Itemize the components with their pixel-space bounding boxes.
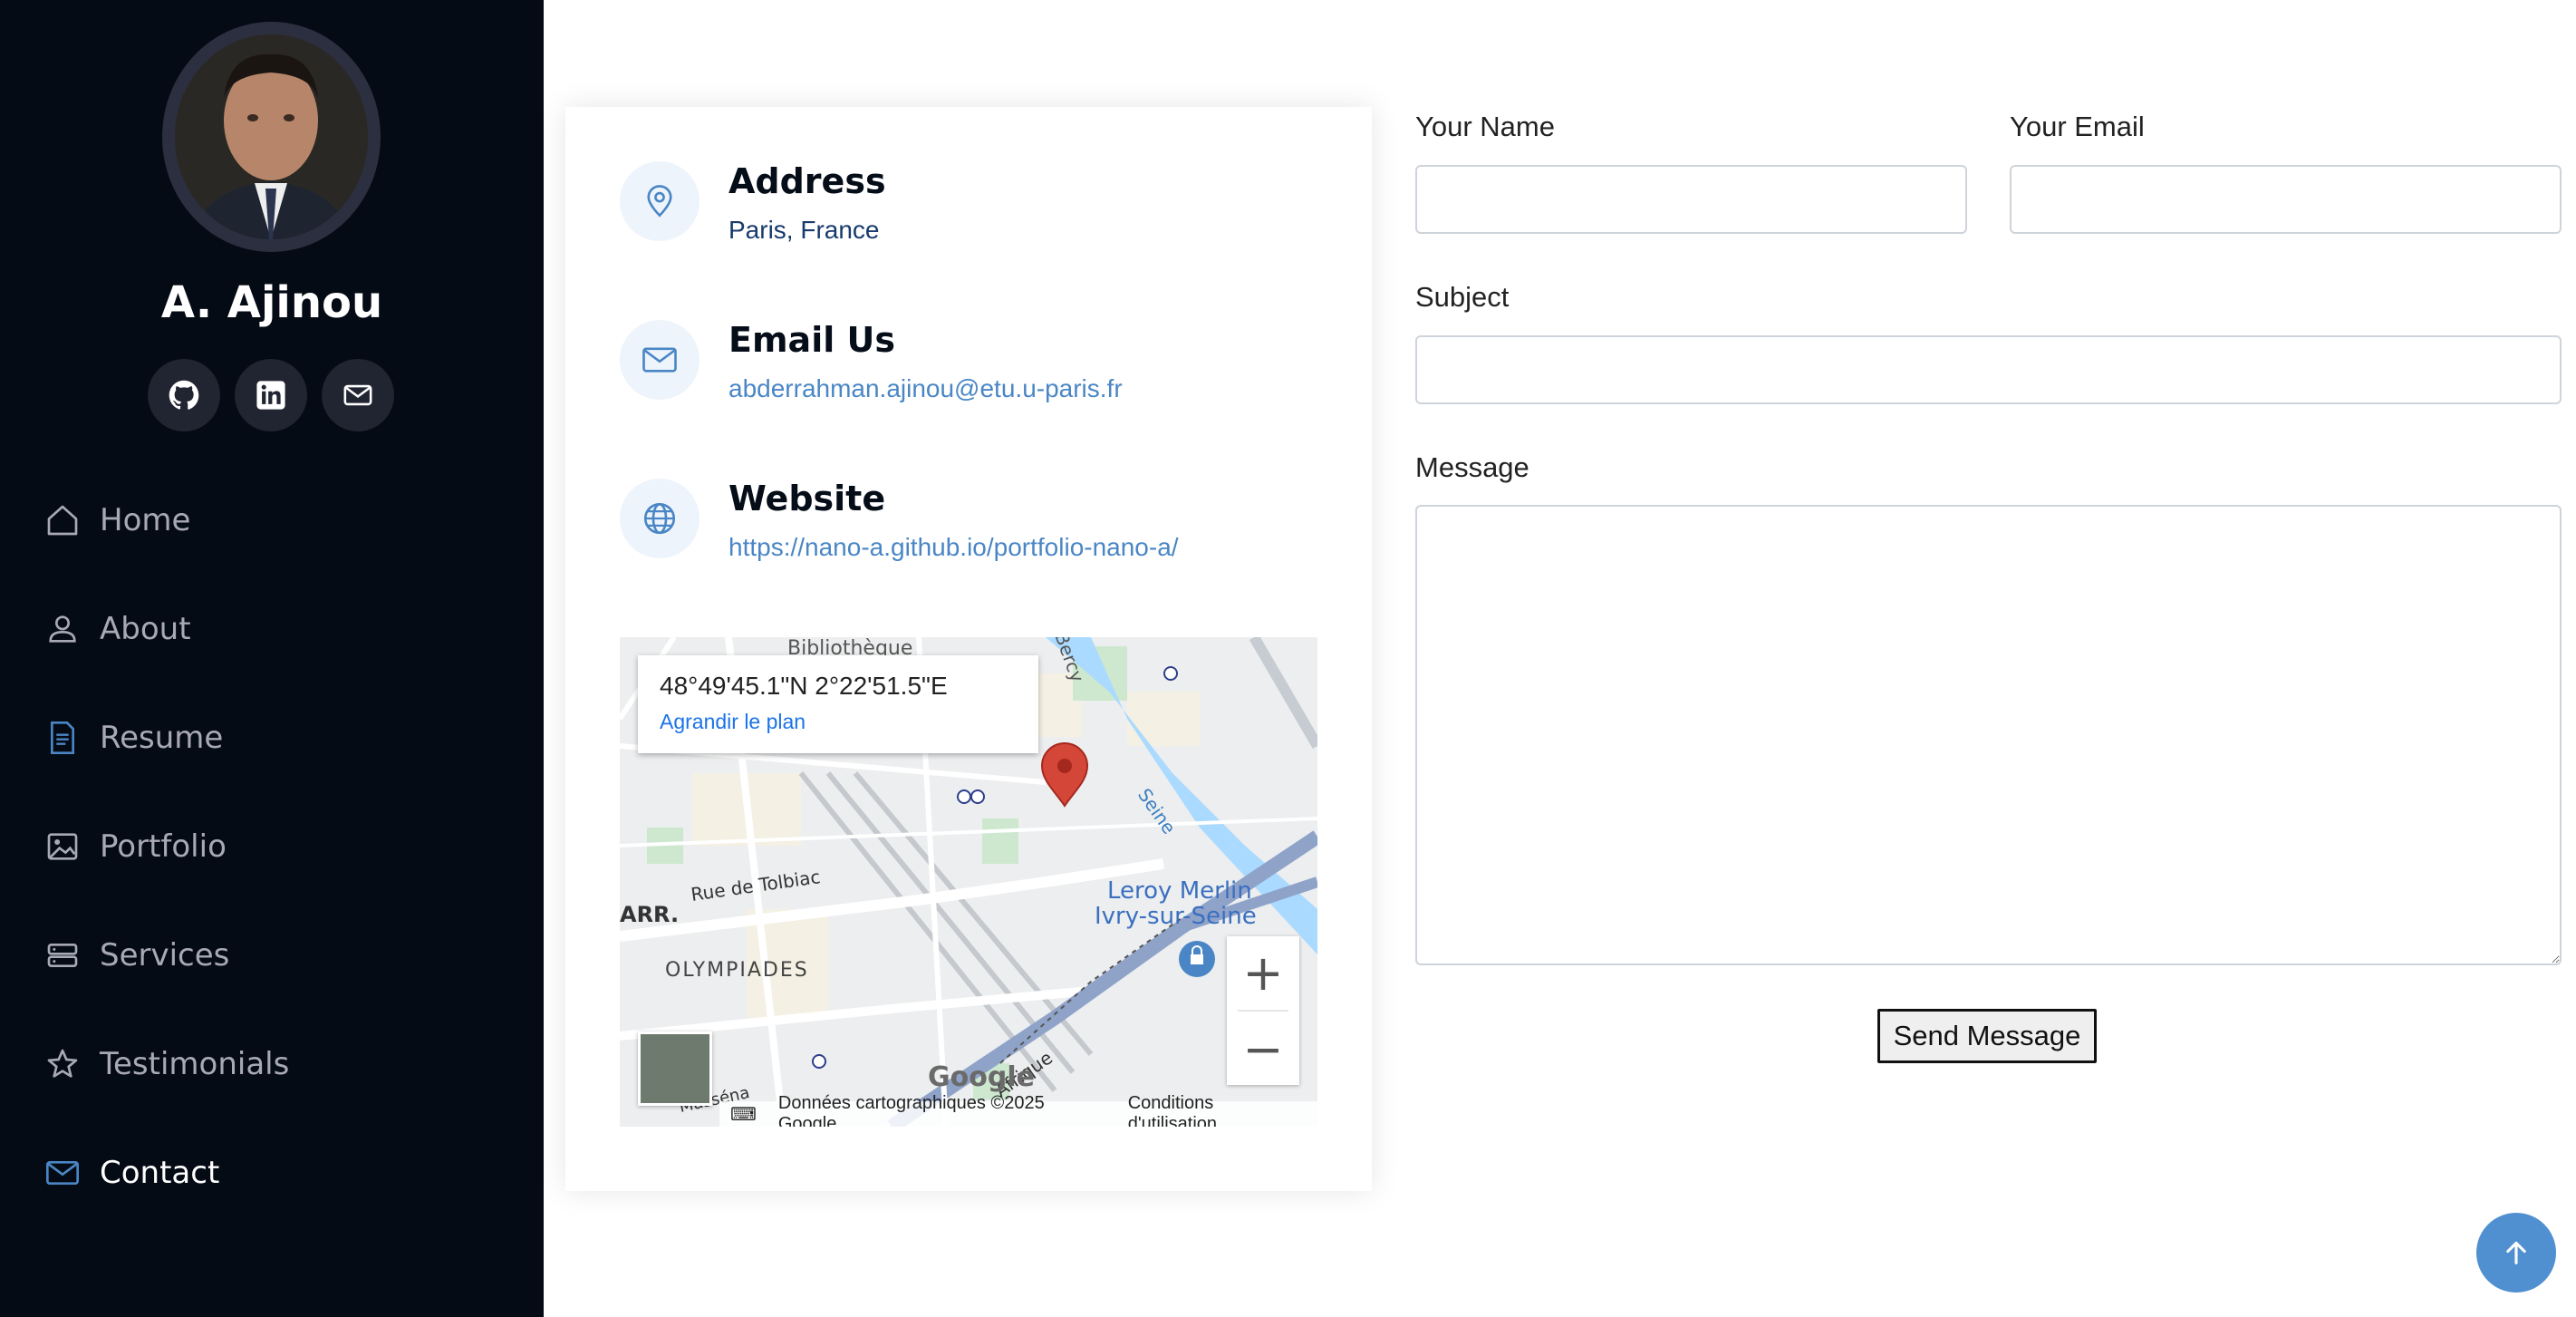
envelope-icon [43,1154,82,1192]
github-button[interactable] [148,359,220,431]
sidebar: A. Ajinou Home About Resume Portfolio Se… [0,0,544,1317]
nav-label-about: About [100,611,191,647]
zoom-out-button[interactable]: − [1227,1012,1299,1085]
nav-label-portfolio: Portfolio [100,828,227,865]
map-data-credit: Données cartographiques ©2025 Google [777,1093,1045,1127]
server-icon [43,936,82,974]
name-label: Your Name [1415,111,1555,142]
address-text: Paris, France [728,216,880,244]
github-icon [169,380,199,410]
nav-item-about[interactable]: About [43,602,515,656]
map-attribution: ⌨ Données cartographiques ©2025 Google C… [719,1093,1317,1127]
email-label: Your Email [2010,111,2145,142]
nav-label-testimonials: Testimonials [100,1046,290,1082]
avatar-photo [175,34,368,239]
map-coordinates: 48°49'45.1"N 2°22'51.5"E [660,672,948,700]
linkedin-icon [256,381,285,410]
address-row: Address Paris, France [620,161,1345,270]
nav-item-services[interactable]: Services [43,928,515,983]
avatar [175,34,368,239]
nav-label-resume: Resume [100,720,224,756]
map-label-leroy-merlin: Leroy Merlin [1107,877,1252,905]
address-title: Address [728,161,886,201]
nav-item-testimonials[interactable]: Testimonials [43,1037,515,1091]
website-row: Website https://nano-a.github.io/portfol… [620,479,1345,587]
embedded-map[interactable]: Bibliothèque Bercy Seine Rue de Tolbiac … [620,637,1317,1127]
map-label-arr: ARR. [620,902,680,927]
website-link[interactable]: https://nano-a.github.io/portfolio-nano-… [728,533,1179,562]
nav-item-contact[interactable]: Contact [43,1146,515,1200]
map-terms-link[interactable]: Conditions d'utilisation [1117,1093,1317,1127]
email-row: Email Us abderrahman.ajinou@etu.u-paris.… [620,320,1345,429]
map-pin-icon [620,161,699,241]
back-to-top-button[interactable] [2476,1213,2556,1293]
subject-field[interactable] [1415,335,2562,404]
avatar-ring [162,22,381,252]
send-message-button[interactable]: Send Message [1877,1009,2097,1063]
zoom-in-button[interactable]: + [1227,936,1299,1009]
email-link[interactable]: abderrahman.ajinou@etu.u-paris.fr [728,374,1123,403]
nav-label-contact: Contact [100,1155,220,1191]
map-zoom-controls: + − [1227,936,1299,1085]
mail-icon [343,384,372,406]
nav-label-services: Services [100,937,230,973]
linkedin-button[interactable] [235,359,307,431]
email-field[interactable] [2010,165,2562,234]
envelope-icon [620,320,699,400]
email-title: Email Us [728,320,895,360]
profile-name: A. Ajinou [160,277,383,328]
home-icon [43,501,82,539]
map-info-popup: 48°49'45.1"N 2°22'51.5"E Agrandir le pla… [638,655,1038,753]
file-text-icon [43,719,82,757]
keyboard-icon[interactable]: ⌨ [719,1103,767,1126]
zoom-divider [1238,1010,1288,1012]
nav-item-resume[interactable]: Resume [43,711,515,765]
satellite-toggle[interactable] [638,1031,712,1106]
map-label-ivry: Ivry-sur-Seine [1095,903,1257,930]
images-icon [43,828,82,866]
map-label-olympiades: OLYMPIADES [665,959,809,982]
contact-info-card: Address Paris, France Email Us abderrahm… [565,107,1372,1191]
website-title: Website [728,479,886,518]
message-textarea[interactable] [1415,505,2562,965]
nav-item-portfolio[interactable]: Portfolio [43,819,515,874]
name-field[interactable] [1415,165,1967,234]
enlarge-map-link[interactable]: Agrandir le plan [660,710,1017,734]
person-icon [43,610,82,648]
arrow-up-icon [2506,1241,2526,1264]
google-logo: Google [928,1061,1035,1093]
star-icon [43,1045,82,1083]
message-label: Message [1415,451,1529,483]
globe-icon [620,479,699,558]
nav-item-home[interactable]: Home [43,493,515,547]
subject-label: Subject [1415,281,1510,313]
nav-label-home: Home [100,502,191,538]
email-button[interactable] [322,359,394,431]
